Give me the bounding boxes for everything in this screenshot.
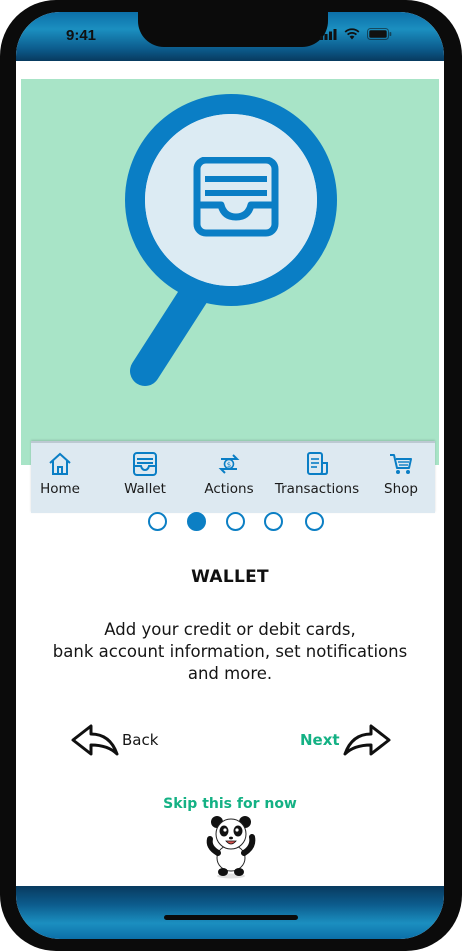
home-indicator-bar (16, 886, 444, 939)
page-description: Add your credit or debit cards, bank acc… (16, 619, 444, 685)
nav-item-wallet: Wallet (119, 451, 171, 497)
magnifier-icon (125, 94, 337, 386)
nav-label-home: Home (40, 481, 80, 497)
page-dot[interactable] (148, 512, 167, 531)
exchange-icon: $ (218, 454, 240, 474)
nav-item-transactions: Transactions (271, 451, 363, 497)
page-dot[interactable] (226, 512, 245, 531)
wallet-icon (193, 157, 279, 237)
receipt-icon (307, 452, 328, 475)
next-button[interactable]: Next (300, 723, 392, 757)
next-arrow-icon (343, 724, 391, 756)
feature-illustration: Home Wallet $ Actions Transactions Shop (21, 79, 439, 513)
page-dot[interactable] (264, 512, 283, 531)
nav-label-transactions: Transactions (274, 481, 360, 497)
notch (138, 12, 328, 47)
bottom-nav-preview: Home Wallet $ Actions Transactions Shop (31, 441, 435, 513)
next-button-label: Next (300, 731, 340, 749)
wifi-icon (344, 28, 360, 40)
page-indicator (146, 512, 326, 532)
nav-item-shop: Shop (375, 451, 427, 497)
status-bar: 9:41 (16, 12, 444, 61)
description-line: and more. (187, 664, 273, 683)
skip-link[interactable]: Skip this for now (16, 796, 444, 812)
nav-label-actions: Actions (204, 481, 254, 497)
panda-mascot-icon (206, 816, 256, 879)
back-button[interactable]: Back (70, 723, 158, 757)
nav-label-shop: Shop (384, 481, 418, 497)
cart-icon (390, 454, 412, 474)
svg-text:$: $ (227, 461, 231, 469)
page-dot-active[interactable] (187, 512, 206, 531)
battery-icon (367, 28, 392, 40)
page-title: WALLET (191, 567, 269, 587)
description-line: bank account information, set notificati… (52, 642, 408, 661)
status-time: 9:41 (66, 27, 97, 44)
status-icons (320, 28, 392, 40)
nav-item-home: Home (34, 451, 86, 497)
description-line: Add your credit or debit cards, (104, 620, 356, 639)
nav-label-wallet: Wallet (124, 481, 166, 497)
screen: 9:41 Home Wallet $ Actions Transactions … (16, 12, 444, 939)
phone-frame: 9:41 Home Wallet $ Actions Transactions … (0, 0, 462, 951)
home-icon (49, 452, 71, 475)
back-arrow-icon (71, 724, 119, 756)
home-indicator[interactable] (164, 915, 298, 920)
wallet-icon (133, 452, 157, 476)
back-button-label: Back (122, 731, 159, 749)
page-dot[interactable] (305, 512, 324, 531)
cellular-signal-icon (320, 28, 337, 40)
nav-item-actions: $ Actions (199, 451, 259, 497)
